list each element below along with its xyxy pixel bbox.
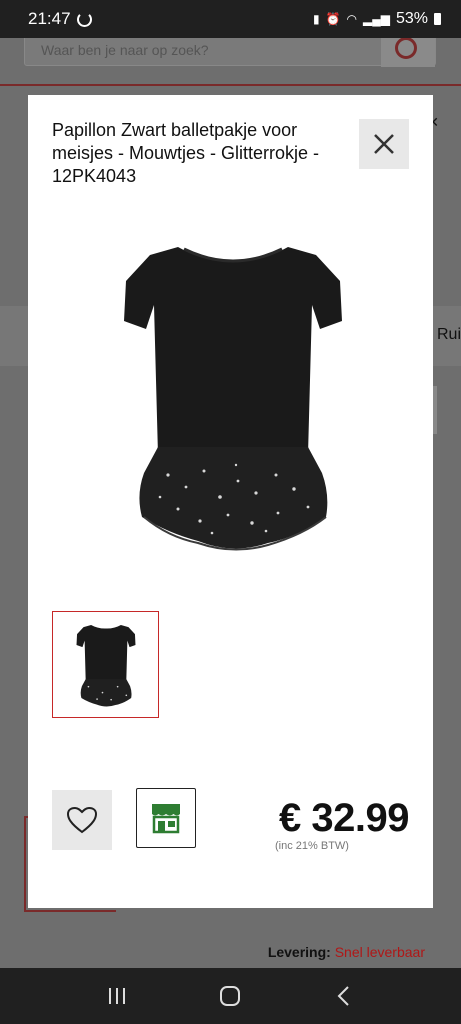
background-header: Waar ben je naar op zoek? [0,32,461,86]
product-image [124,247,342,551]
store-availability-button[interactable] [136,788,196,848]
search-placeholder: Waar ben je naar op zoek? [41,42,209,58]
home-button[interactable] [210,976,250,1016]
status-time: 21:47 [28,9,71,28]
search-icon [395,37,417,59]
vat-note: (inc 21% BTW) [275,840,349,852]
delivery-label: Levering: [267,944,331,960]
background-cut-text: Rui [436,326,461,343]
status-right: ▮ ⏰ ◠ ▂▄▆ 53% [313,10,441,28]
navigation-bar [0,968,461,1024]
close-icon [374,134,394,154]
status-bar: 21:47 ▮ ⏰ ◠ ▂▄▆ 53% [0,0,461,38]
back-icon [337,986,349,1006]
battery-icon [434,13,441,25]
alarm-icon: ⏰ [325,12,341,26]
product-modal: Papillon Zwart balletpakje voor meisjes … [28,95,433,908]
sync-icon [76,11,92,27]
wifi-icon: ◠ [346,12,357,26]
delivery-info: Levering: Snel leverbaar [268,944,425,960]
signal-icon: ▂▄▆ [363,12,390,26]
delivery-value: Snel leverbaar [334,944,425,960]
close-button[interactable] [359,119,409,169]
back-button[interactable] [324,976,364,1016]
search-button[interactable] [381,33,435,67]
notification-icon: ▮ [312,12,320,26]
recents-button[interactable] [97,976,137,1016]
status-left: 21:47 [28,9,92,29]
store-icon [152,804,180,834]
product-price: € 32.99 [279,796,409,840]
product-title: Papillon Zwart balletpakje voor meisjes … [52,120,320,186]
recents-icon [108,988,125,1004]
product-thumbnail[interactable] [52,611,159,718]
battery-percent: 53% [395,10,428,27]
home-icon [220,986,241,1006]
heart-icon [66,806,98,834]
wishlist-button[interactable] [52,790,112,850]
thumbnail-image [76,624,135,707]
